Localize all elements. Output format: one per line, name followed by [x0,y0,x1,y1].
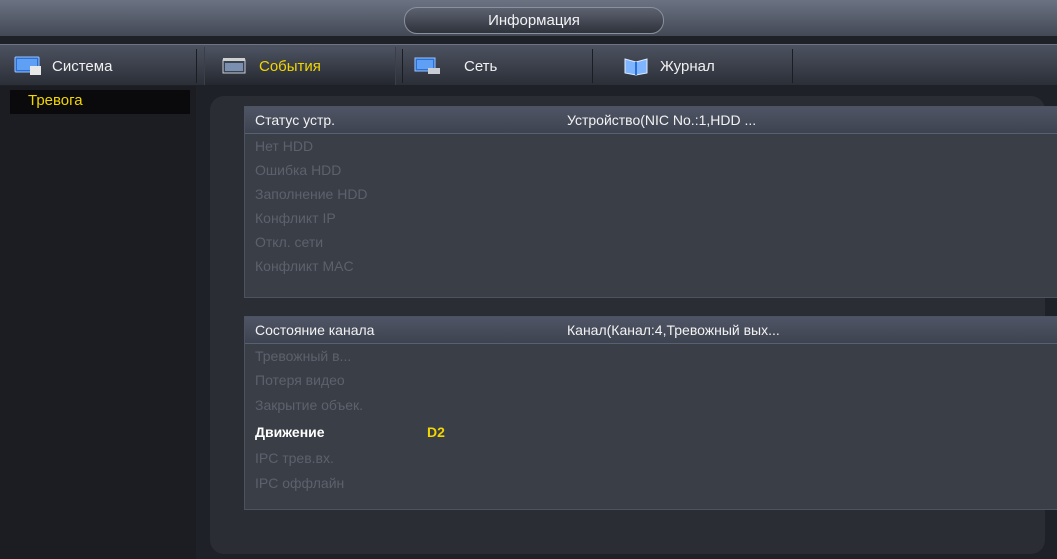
channel-status-table: Состояние канала Канал(Канал:4,Тревожный… [244,316,1057,510]
tab-label: События [259,57,321,75]
table-row: Заполнение HDD [245,182,1057,206]
table-row: Движение D2 [245,418,1057,446]
tab-divider [592,49,593,83]
row-label: Закрытие объек. [255,397,364,413]
tab-divider [792,49,793,83]
table-row: Конфликт MAC [245,254,1057,278]
row-label: IPC трев.вх. [255,450,334,466]
row-value: D2 [427,424,445,440]
tab-zhurnal[interactable]: Журнал [598,47,788,85]
table-row: IPC трев.вх. [245,446,1057,470]
events-icon [221,56,249,76]
tab-divider [402,49,403,83]
window-title: Информация [404,7,664,34]
table-row: IPC оффлайн [245,470,1057,496]
tab-sobytiya[interactable]: События [204,47,396,85]
tab-label: Сеть [464,57,498,75]
sidebar [0,86,196,559]
network-icon [414,56,442,76]
table-row: Закрытие объек. [245,392,1057,418]
table-row: Откл. сети [245,230,1057,254]
table-header: Состояние канала Канал(Канал:4,Тревожный… [245,317,1057,344]
row-label: Потеря видео [255,372,345,388]
header-col-device: Устройство(NIC No.:1,HDD ... [567,112,757,128]
row-label: IPC оффлайн [255,475,345,491]
table-row: Тревожный в... [245,344,1057,368]
row-label: Нет HDD [255,138,314,154]
row-label: Тревожный в... [255,348,352,364]
table-row: Ошибка HDD [245,158,1057,182]
log-book-icon [622,56,650,76]
tab-divider [196,49,197,83]
row-label: Конфликт MAC [255,258,354,274]
monitor-icon [14,56,42,76]
header-col-channel: Канал(Канал:4,Тревожный вых... [567,322,780,338]
row-label: Движение [255,424,325,440]
tab-sistema[interactable]: Система [14,47,184,85]
header-col-channel-state: Состояние канала [255,322,375,338]
row-label: Ошибка HDD [255,162,342,178]
table-row: Конфликт IP [245,206,1057,230]
table-row: Потеря видео [245,368,1057,392]
row-label: Откл. сети [255,234,324,250]
tab-label: Журнал [660,57,715,75]
row-label: Конфликт IP [255,210,336,226]
table-row: Нет HDD [245,134,1057,158]
sidebar-item-trevoga[interactable]: Тревога [10,90,190,114]
tab-label: Система [52,57,113,75]
row-label: Заполнение HDD [255,186,368,202]
tab-set[interactable]: Сеть [408,47,588,85]
device-status-table: Статус устр. Устройство(NIC No.:1,HDD ..… [244,106,1057,298]
table-header: Статус устр. Устройство(NIC No.:1,HDD ..… [245,107,1057,134]
header-col-status: Статус устр. [255,112,336,128]
